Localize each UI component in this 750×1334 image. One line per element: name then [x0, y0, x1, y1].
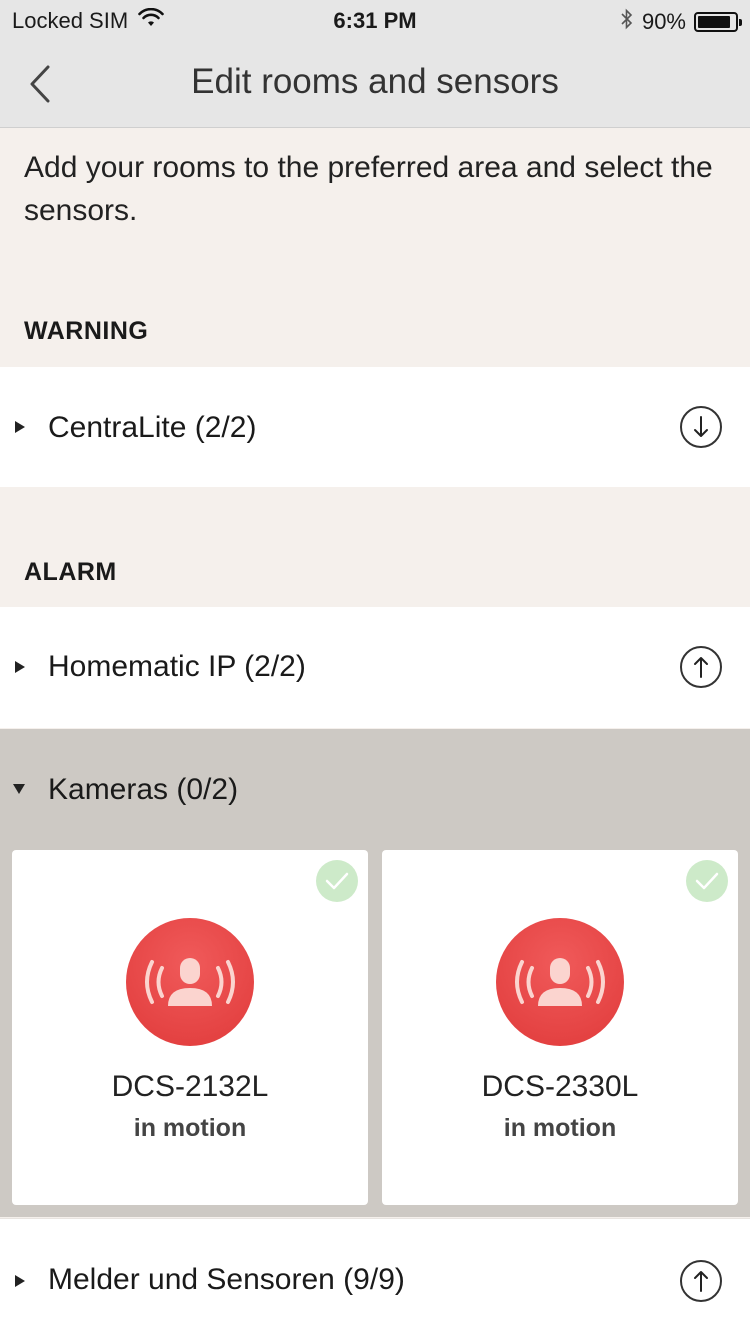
expand-triangle-icon: [12, 1273, 28, 1289]
battery-icon: [694, 12, 742, 32]
motion-sensor-icon: [496, 918, 624, 1046]
move-down-button[interactable]: [680, 406, 722, 448]
device-name: DCS-2132L: [111, 1070, 269, 1103]
room-label: Homematic IP (2/2): [48, 650, 306, 683]
move-up-button[interactable]: [680, 1260, 722, 1302]
device-state: in motion: [133, 1114, 247, 1142]
expand-triangle-icon: [12, 659, 28, 675]
up-arrow-icon: [694, 657, 708, 678]
room-row-centralite[interactable]: CentraLite (2/2): [0, 367, 750, 487]
device-name: DCS-2330L: [481, 1070, 639, 1103]
battery-level: [698, 16, 731, 28]
page-title: Edit rooms and sensors: [191, 62, 559, 101]
intro-text: Add your rooms to the preferred area and…: [24, 151, 713, 227]
sensor-card-dcs-2330l[interactable]: DCS-2330L in motion: [382, 850, 738, 1205]
battery-percent: 90%: [641, 9, 686, 34]
room-label[interactable]: Kameras (0/2): [48, 773, 238, 807]
sensor-card-dcs-2132l[interactable]: DCS-2132L in motion: [12, 850, 368, 1205]
device-state: in motion: [503, 1114, 617, 1142]
room-group-kameras: Kameras (0/2) DCS-2132L in motion DCS-23…: [0, 729, 750, 1217]
down-arrow-icon: [694, 416, 708, 437]
section-header-alarm: ALARM: [24, 558, 117, 586]
room-label: Melder und Sensoren (9/9): [48, 1263, 405, 1296]
selected-check-icon[interactable]: [316, 860, 358, 902]
move-up-button[interactable]: [680, 646, 722, 688]
expand-triangle-icon: [12, 419, 28, 435]
navigation-bar: Edit rooms and sensors: [0, 40, 750, 128]
room-row-homematic[interactable]: Homematic IP (2/2): [0, 607, 750, 728]
collapse-triangle-icon[interactable]: [12, 782, 26, 800]
bluetooth-icon: [620, 8, 634, 36]
status-bar: Locked SIM 6:31 PM 90%: [0, 0, 750, 40]
selected-check-icon[interactable]: [686, 860, 728, 902]
status-right: 90%: [620, 8, 742, 36]
section-header-warning: WARNING: [24, 317, 149, 345]
up-arrow-icon: [694, 1271, 708, 1292]
room-row-melder-und-sensoren[interactable]: Melder und Sensoren (9/9): [0, 1218, 750, 1334]
room-label: CentraLite (2/2): [48, 411, 257, 444]
motion-sensor-icon: [126, 918, 254, 1046]
